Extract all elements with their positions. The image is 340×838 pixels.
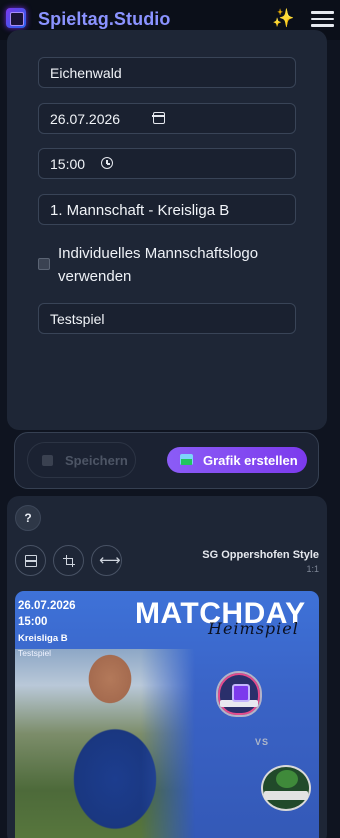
floppy-disk-icon [42, 455, 53, 466]
venue-input[interactable]: Eichenwald [38, 57, 296, 88]
graphic-vs: VS [255, 737, 270, 747]
date-input[interactable]: 26.07.2026 [38, 103, 296, 134]
save-button-label: Speichern [65, 453, 128, 468]
graphic-note: Testspiel [18, 648, 52, 658]
away-team-logo [261, 765, 311, 811]
resize-button[interactable]: ⟷ [91, 545, 122, 576]
date-value: 26.07.2026 [50, 111, 121, 127]
player-photo [15, 649, 195, 838]
note-input[interactable]: Testspiel [38, 303, 296, 334]
note-value: Testspiel [50, 311, 105, 327]
create-graphic-label: Grafik erstellen [203, 453, 298, 468]
time-input[interactable]: 15:00 [38, 148, 296, 179]
hamburger-menu-icon[interactable] [311, 11, 334, 27]
create-graphic-button[interactable]: Grafik erstellen [167, 447, 307, 473]
team-select-value: 1. Mannschaft - Kreisliga B [50, 202, 230, 219]
time-value: 15:00 [50, 156, 86, 172]
crop-button[interactable] [53, 545, 84, 576]
graphic-date: 26.07.2026 [18, 600, 76, 612]
style-name: SG Oppershofen Style [202, 549, 319, 561]
clock-icon[interactable] [101, 157, 113, 169]
match-form-card [7, 30, 327, 430]
graphic-league: Kreisliga B [18, 633, 68, 644]
sparkle-icon[interactable]: ✨ [272, 8, 294, 29]
matchday-graphic-preview[interactable]: 26.07.2026 15:00 Kreisliga B Testspiel M… [15, 591, 319, 838]
app-logo-icon[interactable] [6, 8, 26, 28]
save-button[interactable]: Speichern [27, 442, 136, 478]
team-select[interactable]: 1. Mannschaft - Kreisliga B [38, 194, 296, 225]
crop-icon [63, 555, 75, 567]
custom-logo-checkbox[interactable] [38, 258, 50, 270]
graphic-subtitle: Heimspiel [208, 619, 299, 638]
horizontal-arrows-icon: ⟷ [99, 552, 121, 569]
aspect-ratio: 1:1 [306, 564, 319, 574]
layout-toggle-button[interactable] [15, 545, 46, 576]
help-button[interactable]: ? [15, 505, 41, 531]
custom-logo-label[interactable]: Individuelles Mannschaftslogo verwenden [58, 242, 298, 288]
graphic-time: 15:00 [18, 616, 48, 628]
venue-value: Eichenwald [50, 65, 122, 81]
home-team-logo [216, 671, 262, 717]
calendar-icon[interactable] [152, 112, 165, 124]
brand-title[interactable]: Spieltag.Studio [38, 9, 171, 30]
layout-icon [24, 555, 37, 567]
picture-icon [180, 454, 193, 465]
